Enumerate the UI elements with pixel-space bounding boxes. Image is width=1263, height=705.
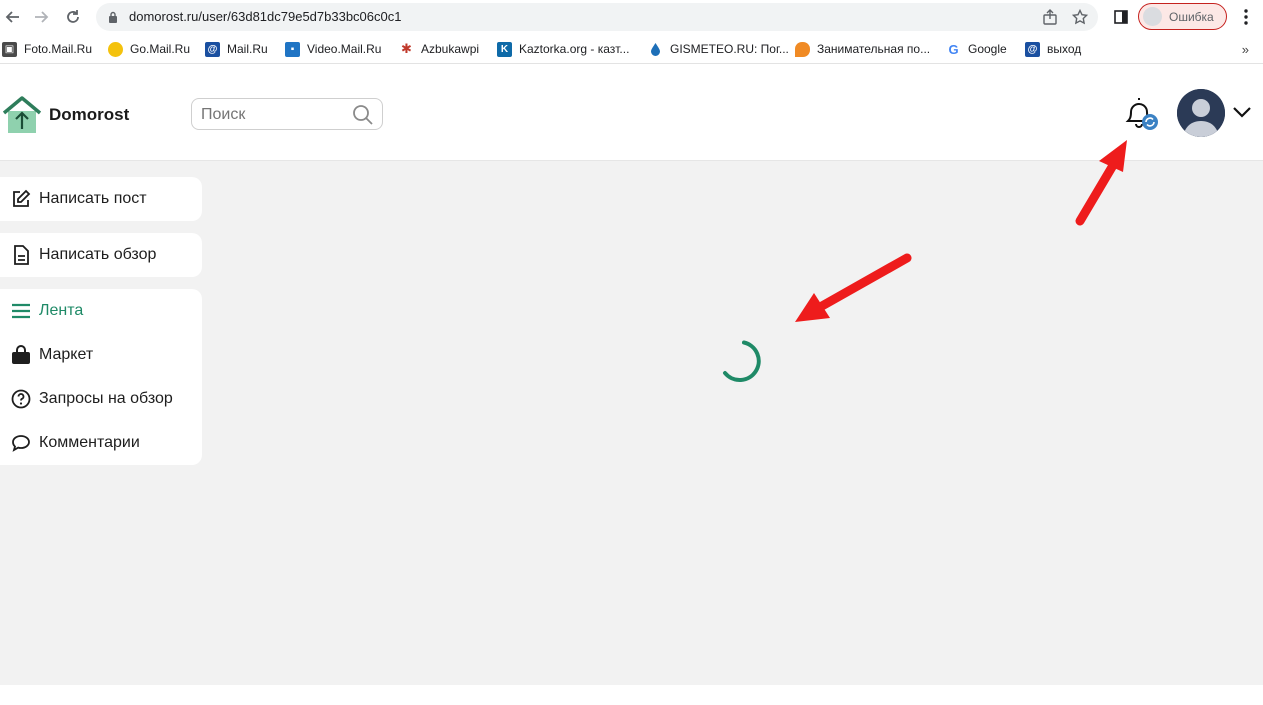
annotation-arrow-notifications: [1075, 140, 1127, 226]
annotation-arrow-spinner: [795, 253, 912, 322]
annotation-overlay: [795, 140, 1127, 322]
